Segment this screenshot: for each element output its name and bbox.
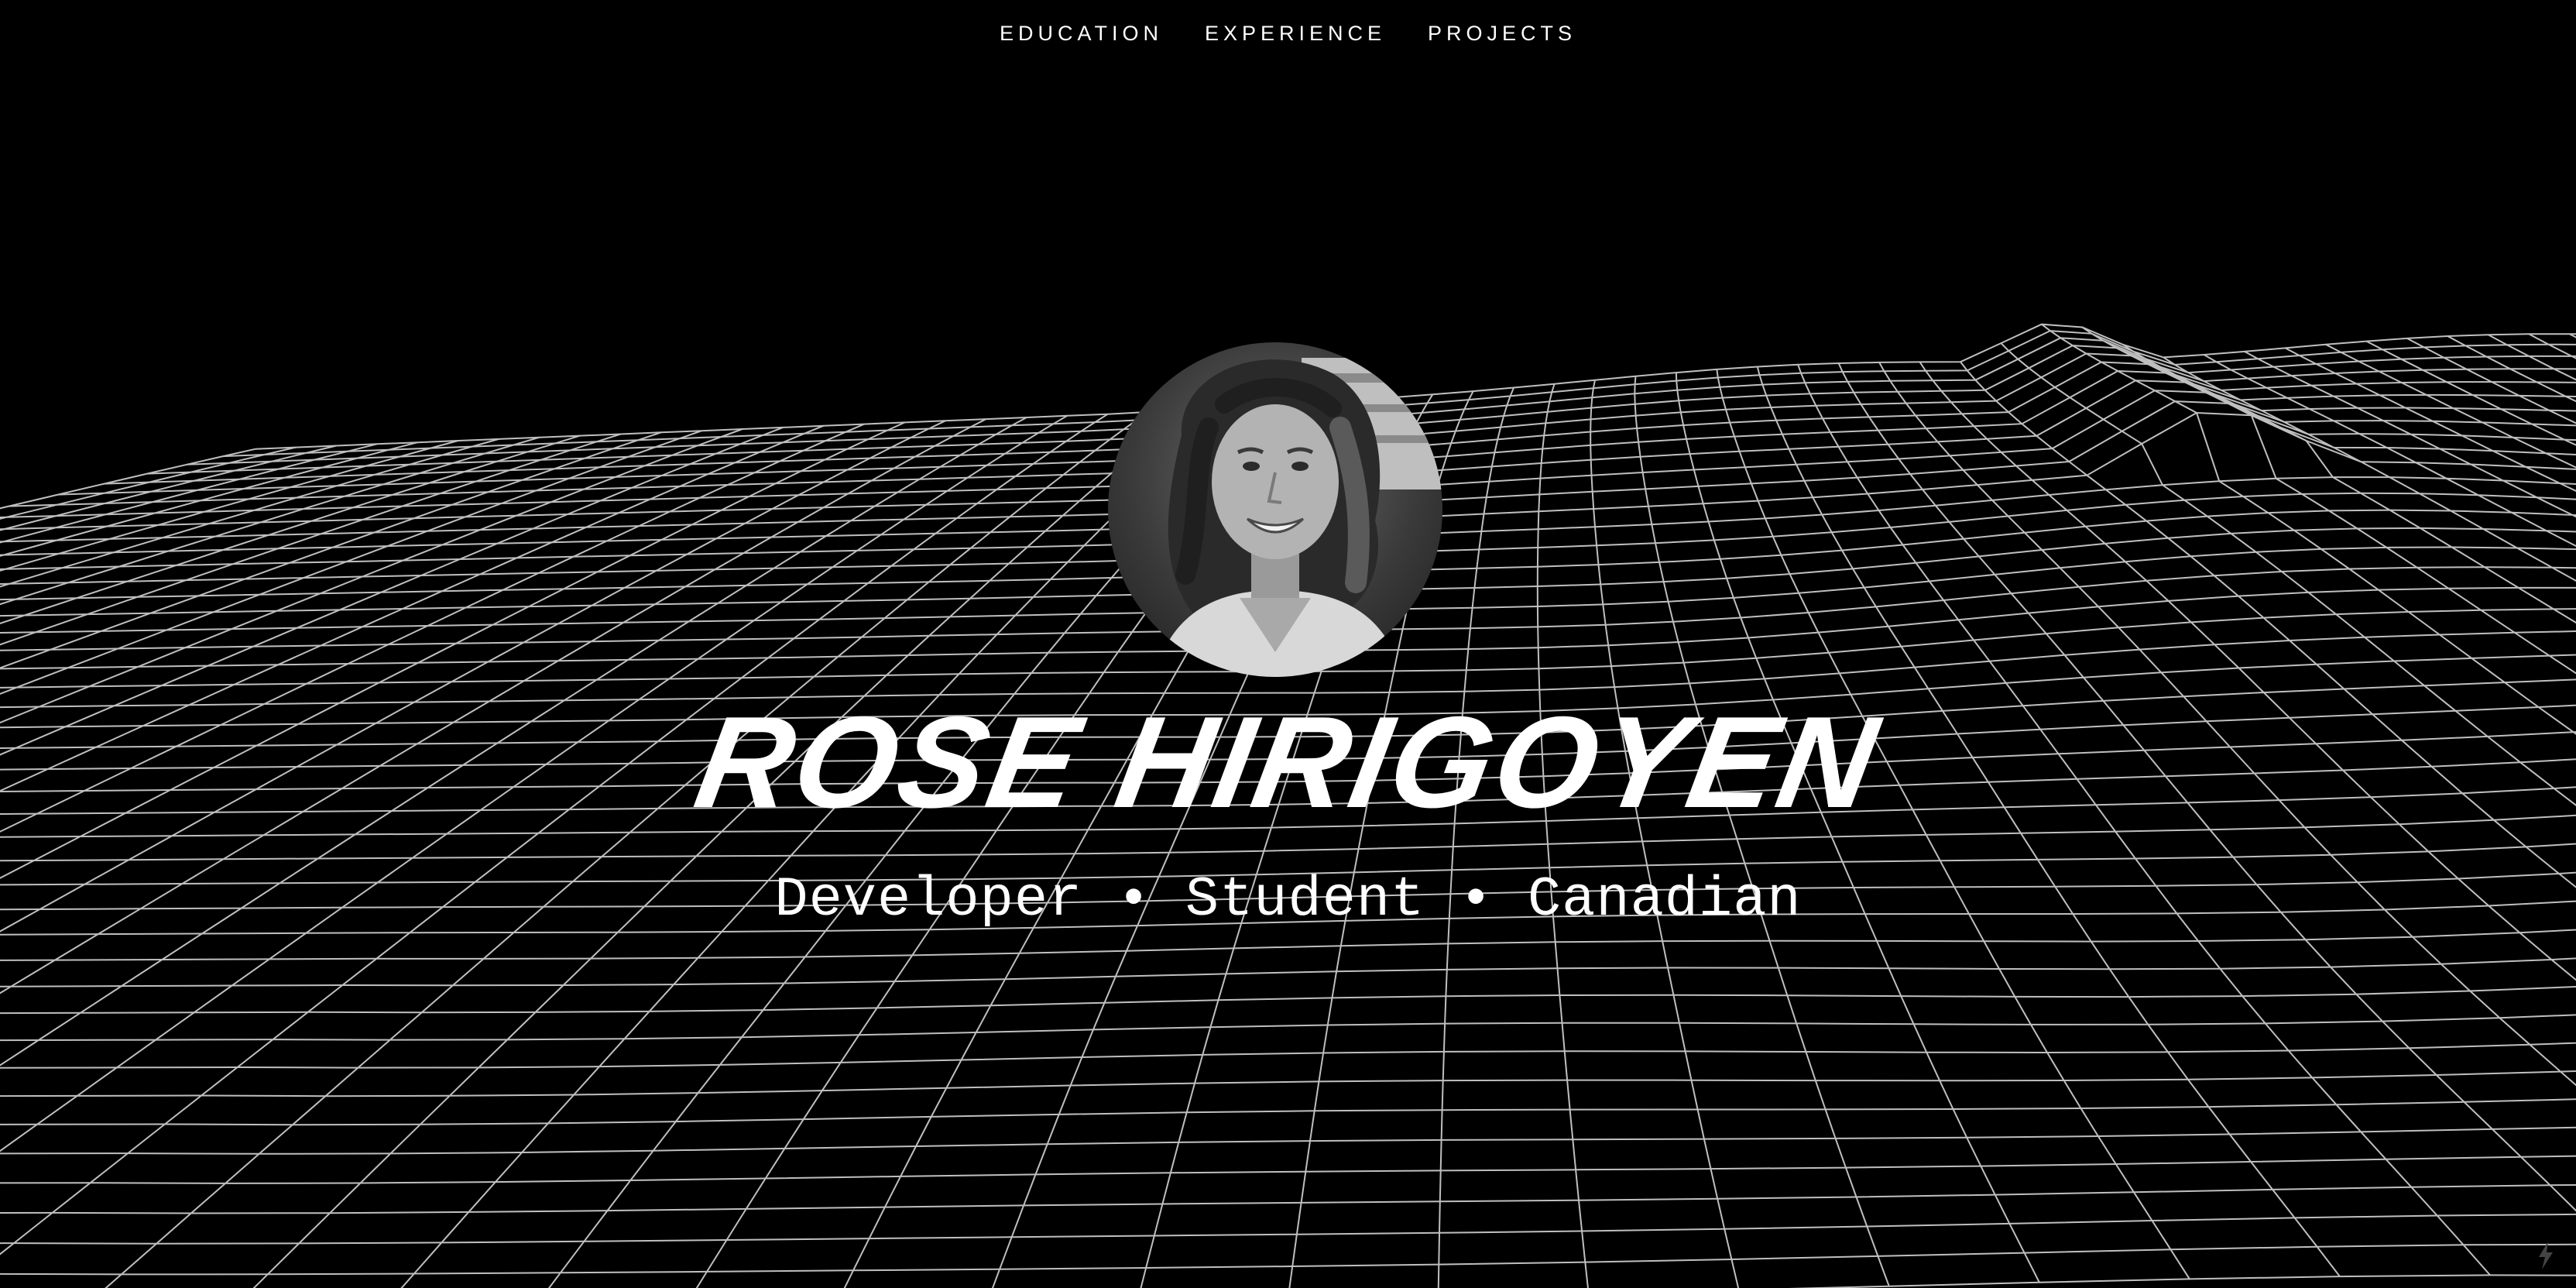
terrain-column-line <box>1536 383 1589 1288</box>
hero-tagline: Developer • Student • Canadian <box>774 868 1802 932</box>
terrain-row-line <box>0 1070 2576 1097</box>
terrain-column-line <box>0 443 378 544</box>
top-nav: EDUCATION EXPERIENCE PROJECTS <box>0 22 2576 46</box>
nav-link-education[interactable]: EDUCATION <box>1000 22 1163 46</box>
nav-link-projects[interactable]: PROJECTS <box>1428 22 1576 46</box>
lightning-icon <box>2539 1242 2553 1269</box>
terrain-column-line <box>0 441 418 557</box>
nav-link-experience[interactable]: EXPERIENCE <box>1205 22 1386 46</box>
terrain-column-line <box>400 407 1230 1288</box>
terrain-column-line <box>0 436 540 606</box>
terrain-column-line <box>0 438 499 588</box>
terrain-column-line <box>0 413 1109 1255</box>
terrain-row-line <box>0 1213 2576 1245</box>
terrain-row-line <box>0 1155 2576 1184</box>
hero-name: ROSE HIRIGOYEN <box>686 689 1890 835</box>
terrain-column-line <box>0 418 986 994</box>
terrain-column-line <box>0 420 946 933</box>
terrain-row-line <box>0 1014 2576 1042</box>
terrain-row-line <box>0 1042 2576 1069</box>
terrain-row-line <box>1788 1274 2576 1288</box>
terrain-row-line <box>0 1098 2576 1126</box>
profile-avatar <box>1108 342 1442 677</box>
terrain-column-line <box>1437 387 1515 1288</box>
terrain-row-line <box>0 1183 2576 1214</box>
terrain-column-line <box>2569 333 2576 338</box>
terrain-column-line <box>0 414 1068 1152</box>
